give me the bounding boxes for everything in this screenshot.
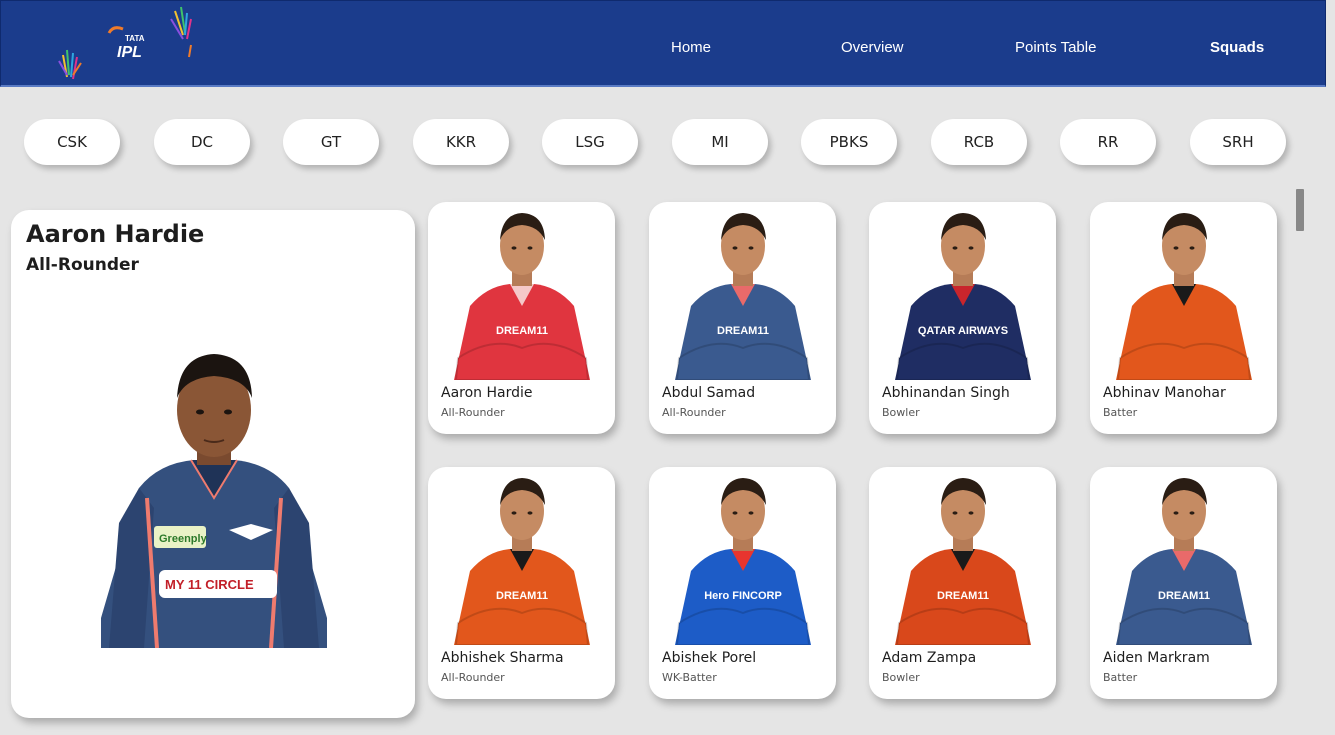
svg-text:MY 11 CIRCLE: MY 11 CIRCLE: [165, 577, 254, 592]
player-name: Adam Zampa: [882, 650, 977, 666]
player-name: Abhinandan Singh: [882, 385, 1010, 401]
player-photo: DREAM11: [895, 478, 1031, 645]
team-pill-gt[interactable]: GT: [283, 119, 379, 165]
player-role: All-Rounder: [662, 406, 726, 419]
jersey-sponsor-text: DREAM11: [717, 325, 769, 337]
player-name: Aaron Hardie: [441, 385, 533, 401]
player-name: Abhishek Sharma: [441, 650, 564, 666]
player-card[interactable]: DREAM11 Aaron Hardie All-Rounder: [428, 202, 615, 434]
player-role: Batter: [1103, 671, 1138, 684]
player-role: All-Rounder: [441, 671, 505, 684]
jersey-sponsor-text: Hero FINCORP: [704, 590, 782, 602]
jersey-sponsor-text: QATAR AIRWAYS: [918, 325, 1008, 337]
player-photo: [1116, 213, 1252, 380]
team-pill-mi[interactable]: MI: [672, 119, 768, 165]
team-pill-csk[interactable]: CSK: [24, 119, 120, 165]
team-pill-dc[interactable]: DC: [154, 119, 250, 165]
player-role: Batter: [1103, 406, 1138, 419]
player-card[interactable]: DREAM11 Adam Zampa Bowler: [869, 467, 1056, 699]
jersey-sponsor-text: DREAM11: [496, 590, 548, 602]
featured-player-name: Aaron Hardie: [26, 220, 205, 248]
player-photo: DREAM11: [1116, 478, 1252, 645]
svg-text:IPL: IPL: [117, 44, 142, 61]
player-name: Abishek Porel: [662, 650, 757, 666]
jersey-sponsor-text: DREAM11: [496, 325, 548, 337]
team-pill-rcb[interactable]: RCB: [931, 119, 1027, 165]
featured-player-role: All-Rounder: [26, 255, 139, 275]
player-card[interactable]: Hero FINCORP Abishek Porel WK-Batter: [649, 467, 836, 699]
player-card[interactable]: Abhinav Manohar Batter: [1090, 202, 1277, 434]
top-navbar: TATA IPL Home Overview Points Table Squa…: [0, 0, 1326, 87]
jersey-sponsor-text: DREAM11: [937, 590, 989, 602]
player-name: Abhinav Manohar: [1103, 385, 1226, 401]
player-role: Bowler: [882, 406, 920, 419]
nav-overview[interactable]: Overview: [841, 39, 904, 56]
player-role: WK-Batter: [662, 671, 717, 684]
player-photo: DREAM11: [454, 213, 590, 380]
player-card[interactable]: DREAM11 Aiden Markram Batter: [1090, 467, 1277, 699]
player-photo: DREAM11: [675, 213, 811, 380]
player-card[interactable]: DREAM11 Abhishek Sharma All-Rounder: [428, 467, 615, 699]
nav-home[interactable]: Home: [671, 39, 711, 56]
jersey-sponsor-text: DREAM11: [1158, 590, 1210, 602]
player-card[interactable]: QATAR AIRWAYS Abhinandan Singh Bowler: [869, 202, 1056, 434]
player-card[interactable]: DREAM11 Abdul Samad All-Rounder: [649, 202, 836, 434]
player-role: All-Rounder: [441, 406, 505, 419]
svg-text:TATA: TATA: [125, 34, 145, 43]
featured-player-photo: Greenply MY 11 CIRCLE: [101, 354, 327, 648]
player-role: Bowler: [882, 671, 920, 684]
team-pill-rr[interactable]: RR: [1060, 119, 1156, 165]
team-pill-kkr[interactable]: KKR: [413, 119, 509, 165]
scrollbar-thumb[interactable]: [1296, 189, 1304, 231]
ipl-logo[interactable]: TATA IPL: [53, 5, 198, 85]
nav-points-table[interactable]: Points Table: [1015, 39, 1096, 56]
team-pill-pbks[interactable]: PBKS: [801, 119, 897, 165]
player-photo: QATAR AIRWAYS: [895, 213, 1031, 380]
player-photo: DREAM11: [454, 478, 590, 645]
featured-player-card: Aaron Hardie All-Rounder Greenply MY 11 …: [11, 210, 415, 718]
nav-squads[interactable]: Squads: [1210, 39, 1264, 56]
team-pill-lsg[interactable]: LSG: [542, 119, 638, 165]
player-name: Abdul Samad: [662, 385, 756, 401]
player-photo: Hero FINCORP: [675, 478, 811, 645]
player-name: Aiden Markram: [1103, 650, 1210, 666]
svg-text:Greenply: Greenply: [159, 533, 208, 545]
team-pill-srh[interactable]: SRH: [1190, 119, 1286, 165]
